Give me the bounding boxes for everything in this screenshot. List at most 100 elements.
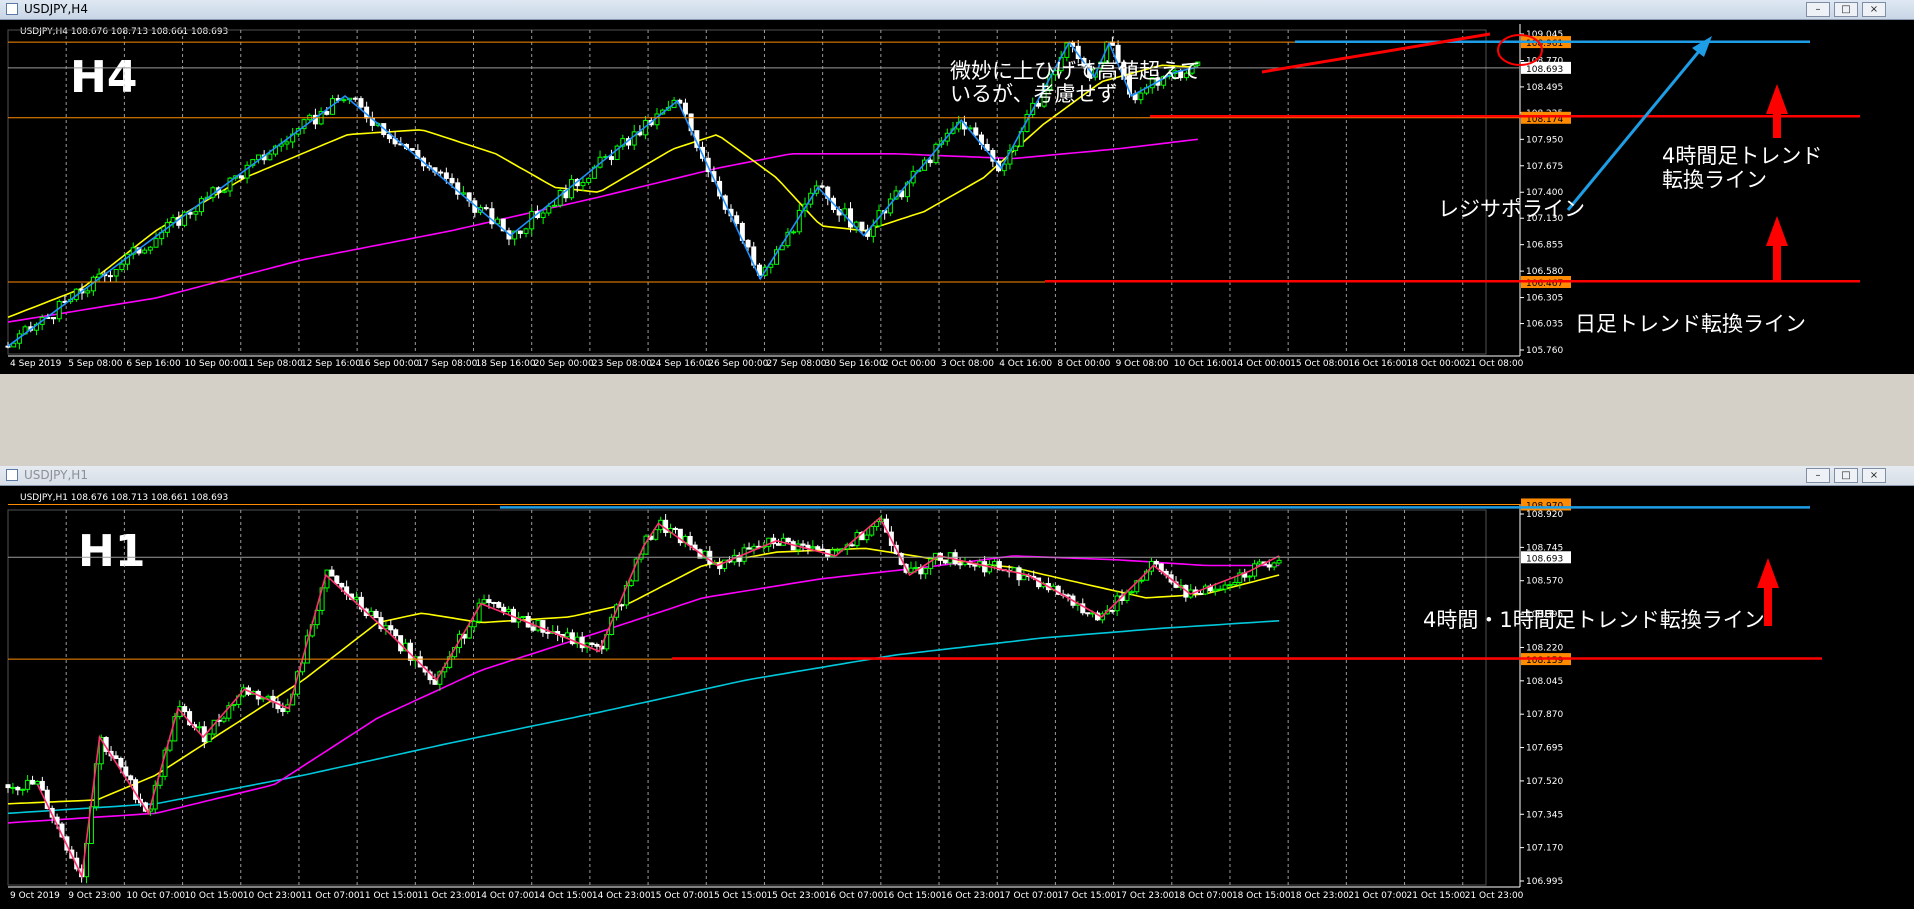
x-tick-label: 6 Sep 16:00 [126,359,181,369]
candle-bull [481,599,487,604]
minimize-button[interactable]: – [1806,468,1830,483]
close-button[interactable]: × [1862,2,1886,17]
moving-average-fast [7,547,1280,805]
candle-bear [517,230,523,234]
wick-comment-line1: 微妙に上ひげで高値超えて [950,59,1201,83]
x-tick-label: 18 Oct 23:00 [1290,891,1349,901]
x-tick-label: 4 Sep 2019 [10,359,62,369]
candle-bear [324,111,330,115]
candle-bull [196,726,202,729]
h4-chart[interactable]: USDJPY,H4 108.676 108.713 108.661 108.69… [0,20,1914,374]
x-tick-label: 21 Oct 15:00 [1407,891,1466,901]
candle-bear [107,275,113,278]
wick-comment-line2: いるが、考慮せず [950,82,1118,106]
candle-bear [859,221,865,231]
maximize-button[interactable]: □ [1834,468,1858,483]
candle-bull [25,779,31,790]
candle-bull [20,788,26,791]
y-tick-label: 107.675 [1526,162,1563,172]
candle-bear [594,643,600,647]
h1-window-titlebar[interactable]: USDJPY,H1 – □ × [0,466,1914,486]
candle-bear [579,636,585,649]
x-tick-label: 2 Oct 00:00 [883,359,936,369]
candle-bear [734,215,740,224]
candle-bear [608,156,614,160]
candle-bear [443,172,449,179]
candle-bull [341,99,347,102]
zigzag-line [36,516,1280,879]
candle-bear [819,185,825,188]
candle-bull [523,228,529,234]
x-tick-label: 9 Oct 2019 [10,891,60,901]
y-tick-label: 107.695 [1526,744,1563,754]
candle-bear [848,208,854,228]
x-tick-label: 16 Sep 00:00 [359,359,419,369]
candle-bear [496,602,502,608]
x-tick-label: 11 Oct 15:00 [359,891,418,901]
candle-bull [870,225,876,237]
close-button[interactable]: × [1862,468,1886,483]
y-tick-label: 107.950 [1526,135,1563,145]
price-tag-label: 108.693 [1526,554,1563,564]
candle-bull [1256,561,1262,565]
x-tick-label: 10 Oct 23:00 [243,891,302,901]
candle-bull [1271,562,1277,568]
x-tick-label: 21 Oct 23:00 [1465,891,1524,901]
x-tick-label: 5 Sep 08:00 [68,359,123,369]
candle-bull [1129,591,1135,594]
candle-bear [373,610,379,619]
candle-bear [672,527,678,530]
candle-bear [483,207,489,210]
candle-bull [284,141,290,145]
candle-bull [153,238,159,248]
candle-bull [34,780,40,785]
y-tick-label: 106.580 [1526,267,1563,277]
candle-bear [973,127,979,136]
candle-bull [864,534,870,541]
y-tick-label: 107.870 [1526,710,1563,720]
x-tick-label: 9 Oct 23:00 [68,891,121,901]
x-tick-label: 15 Oct 07:00 [650,891,709,901]
candle-bull [231,703,237,707]
candle-bear [5,345,11,348]
candle-bull [221,717,227,722]
candle-bull [85,290,91,294]
moving-average-slow [7,620,1280,815]
h4-window-titlebar[interactable]: USDJPY,H4 – □ × [0,0,1914,20]
candle-bear [51,317,57,320]
x-tick-label: 10 Sep 00:00 [185,359,245,369]
candle-bear [15,786,21,791]
chart-window-icon [6,3,18,15]
y-tick-label: 108.220 [1526,643,1563,653]
y-tick-label: 106.855 [1526,241,1563,251]
minimize-button[interactable]: – [1806,2,1830,17]
y-tick-label: 108.570 [1526,577,1563,587]
y-tick-label: 106.035 [1526,320,1563,330]
x-tick-label: 17 Oct 15:00 [1057,891,1116,901]
maximize-button[interactable]: □ [1834,2,1858,17]
candle-bull [1138,92,1144,101]
daily-trend-label: 日足トレンド転換ライン [1575,312,1806,336]
candle-bull [471,620,477,628]
candle-bear [815,546,821,550]
candle-bull [506,608,512,612]
candle-bear [849,544,855,547]
candle-bear [486,599,492,604]
candle-bull [1276,559,1282,564]
candle-bear [388,625,394,631]
candle-bull [142,249,148,254]
chart-window-icon [6,469,18,481]
candle-bull [193,211,199,215]
candle-bear [113,755,119,759]
candle-bull [1247,575,1253,578]
h4-trend-label-line1: 4時間足トレンド [1662,144,1822,168]
candle-bull [569,179,575,199]
candle-bear [1109,609,1115,612]
candle-bear [409,148,415,151]
candle-bear [1065,594,1071,597]
x-tick-label: 17 Sep 08:00 [417,359,477,369]
x-tick-label: 11 Oct 07:00 [301,891,360,901]
candle-bull [206,733,212,743]
x-tick-label: 3 Oct 08:00 [941,359,994,369]
h1-chart[interactable]: USDJPY,H1 108.676 108.713 108.661 108.69… [0,486,1914,909]
